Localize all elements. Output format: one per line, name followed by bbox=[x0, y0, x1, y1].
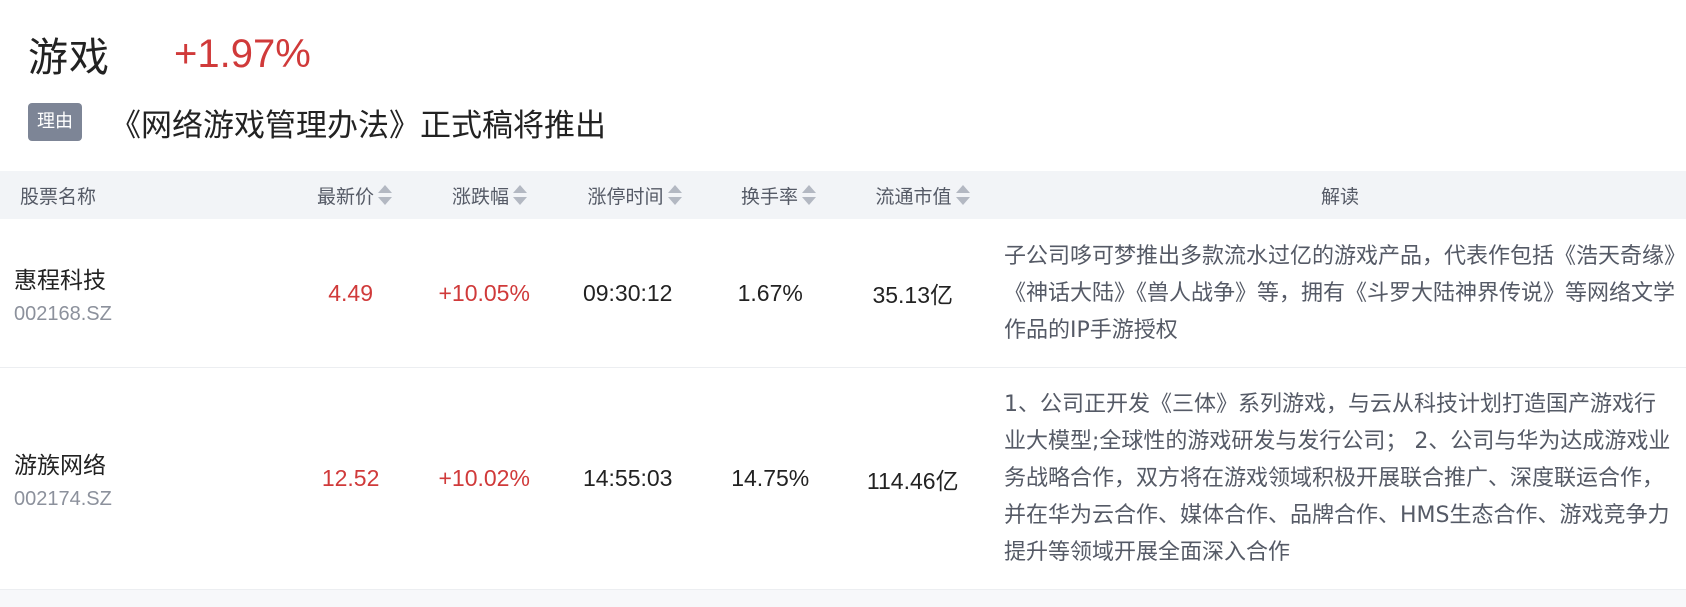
limit-time-cell: 14:55:03 bbox=[556, 465, 699, 492]
float-market-cap: 114.46亿 bbox=[866, 467, 959, 494]
desc-cell: 子公司哆可梦推出多款流水过亿的游戏产品，代表作包括《浩天奇缘》《神话大陆》《兽人… bbox=[984, 238, 1686, 349]
desc-cell: 1、公司正开发《三体》系列游戏，与云从科技计划打造国产游戏行业大模型;全球性的游… bbox=[984, 386, 1686, 571]
table-header: 股票名称 最新价 涨跌幅 涨停时间 换手率 流通市值 解读 bbox=[0, 171, 1686, 219]
float-cap-cell: 114.46亿 bbox=[841, 462, 984, 496]
bottom-divider bbox=[0, 590, 1686, 607]
sector-change: +1.97% bbox=[174, 31, 311, 76]
price-cell: 4.49 bbox=[277, 280, 412, 307]
sector-name: 游戏 bbox=[28, 35, 110, 81]
turnover-rate: 14.75% bbox=[731, 465, 810, 491]
sort-icon[interactable] bbox=[377, 184, 392, 206]
column-header-limit-time[interactable]: 涨停时间 bbox=[562, 171, 706, 219]
column-label: 涨停时间 bbox=[587, 185, 664, 208]
stock-cell[interactable]: 惠程科技 002168.SZ bbox=[0, 261, 277, 326]
column-label: 解读 bbox=[1320, 185, 1359, 208]
column-header-turnover[interactable]: 换手率 bbox=[706, 171, 850, 219]
column-label: 最新价 bbox=[316, 185, 374, 208]
limit-time: 09:30:12 bbox=[582, 279, 673, 306]
stock-code: 002174.SZ bbox=[14, 488, 112, 510]
stock-table: 股票名称 最新价 涨跌幅 涨停时间 换手率 流通市值 解读 惠程科技 00216 bbox=[0, 171, 1686, 590]
sector-header: 游戏 +1.97% bbox=[28, 24, 311, 84]
column-header-float-cap[interactable]: 流通市值 bbox=[850, 171, 994, 219]
column-header-name: 股票名称 bbox=[0, 171, 280, 219]
change-percent: +10.02% bbox=[438, 465, 530, 491]
turnover-cell: 14.75% bbox=[699, 465, 842, 492]
latest-price: 12.52 bbox=[321, 465, 380, 491]
sort-icon[interactable] bbox=[955, 184, 970, 206]
limit-time: 14:55:03 bbox=[582, 465, 673, 491]
change-percent: +10.05% bbox=[438, 279, 530, 306]
price-cell: 12.52 bbox=[277, 465, 412, 492]
column-label: 换手率 bbox=[740, 185, 798, 208]
column-header-price[interactable]: 最新价 bbox=[280, 171, 416, 219]
turnover-rate: 1.67% bbox=[737, 279, 803, 306]
stock-description: 1、公司正开发《三体》系列游戏，与云从科技计划打造国产游戏行业大模型;全球性的游… bbox=[1004, 392, 1671, 565]
float-market-cap: 35.13亿 bbox=[872, 282, 954, 308]
column-header-change[interactable]: 涨跌幅 bbox=[416, 171, 562, 219]
limit-time-cell: 09:30:12 bbox=[556, 280, 699, 307]
stock-description: 子公司哆可梦推出多款流水过亿的游戏产品，代表作包括《浩天奇缘》《神话大陆》《兽人… bbox=[1004, 243, 1676, 343]
change-cell: +10.02% bbox=[412, 465, 556, 492]
reason-text: 《网络游戏管理办法》正式稿将推出 bbox=[110, 107, 606, 144]
table-row[interactable]: 游族网络 002174.SZ 12.52 +10.02% 14:55:03 14… bbox=[0, 368, 1686, 590]
change-cell: +10.05% bbox=[412, 280, 556, 307]
float-cap-cell: 35.13亿 bbox=[841, 276, 984, 310]
turnover-cell: 1.67% bbox=[699, 280, 842, 307]
column-header-desc: 解读 bbox=[994, 171, 1686, 219]
column-label: 涨跌幅 bbox=[451, 185, 509, 208]
latest-price: 4.49 bbox=[328, 279, 373, 306]
stock-name[interactable]: 惠程科技 bbox=[14, 261, 106, 295]
sort-icon[interactable] bbox=[512, 184, 527, 206]
sort-icon[interactable] bbox=[667, 184, 682, 206]
reason-tag: 理由 bbox=[28, 103, 82, 141]
column-label: 流通市值 bbox=[875, 185, 952, 208]
stock-name[interactable]: 游族网络 bbox=[14, 446, 106, 480]
stock-code: 002168.SZ bbox=[14, 302, 112, 325]
column-label: 股票名称 bbox=[20, 185, 97, 208]
sort-icon[interactable] bbox=[801, 184, 816, 206]
reason-row: 理由 《网络游戏管理办法》正式稿将推出 bbox=[28, 102, 606, 144]
stock-cell[interactable]: 游族网络 002174.SZ bbox=[0, 446, 277, 511]
table-row[interactable]: 惠程科技 002168.SZ 4.49 +10.05% 09:30:12 1.6… bbox=[0, 219, 1686, 368]
